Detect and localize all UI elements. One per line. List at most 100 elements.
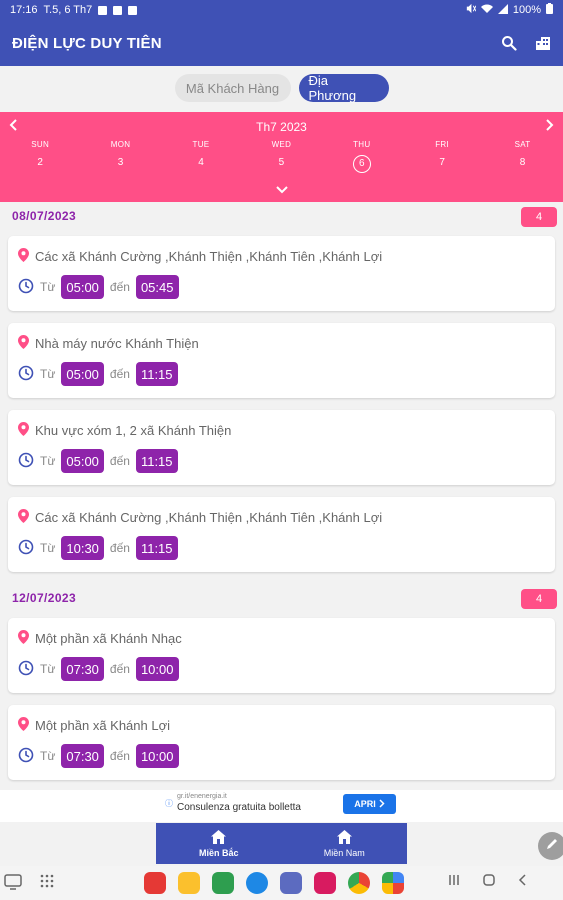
outage-location: Khu vực xóm 1, 2 xã Khánh Thiện xyxy=(35,422,232,438)
group-date: 12/07/2023 xyxy=(12,591,77,605)
mute-icon xyxy=(465,3,477,17)
from-label: Từ xyxy=(40,749,56,763)
to-label: đến xyxy=(109,280,130,294)
end-time: 10:00 xyxy=(135,657,179,681)
edit-fab[interactable] xyxy=(538,832,563,860)
from-label: Từ xyxy=(40,367,56,381)
location-pin-icon xyxy=(18,716,29,734)
day-number: 3 xyxy=(117,157,124,168)
location-pin-icon xyxy=(18,247,29,265)
app-shortcut-icon[interactable] xyxy=(314,872,336,894)
calendar-day[interactable]: SUN 2 xyxy=(0,140,80,173)
recents-icon[interactable] xyxy=(448,873,460,890)
end-time: 11:15 xyxy=(135,362,178,386)
to-label: đến xyxy=(109,541,130,555)
calendar-day[interactable]: FRI 7 xyxy=(402,140,482,173)
status-bar: 17:16 T.5, 6 Th7 100% xyxy=(0,0,563,20)
ad-info-icon[interactable]: ⓘ xyxy=(165,798,173,809)
outage-location: Một phần xã Khánh Nhạc xyxy=(35,630,182,646)
outage-card[interactable]: Các xã Khánh Cường ,Khánh Thiện ,Khánh T… xyxy=(8,236,555,311)
to-label: đến xyxy=(109,749,130,763)
notification-icon xyxy=(98,5,108,15)
outage-card[interactable]: Khu vực xóm 1, 2 xã Khánh Thiện Từ 05:00 đế… xyxy=(8,410,555,485)
calendar-day[interactable]: THU 6 xyxy=(322,140,402,173)
clock-icon xyxy=(18,365,34,384)
end-time: 11:15 xyxy=(135,449,178,473)
chevron-right-icon xyxy=(379,798,385,810)
clock-icon xyxy=(18,539,34,558)
day-number: 4 xyxy=(198,157,204,168)
to-label: đến xyxy=(109,454,130,468)
ad-banner[interactable]: ⓘ gr.it/enenergia.it Consulenza gratuita… xyxy=(0,790,563,822)
location-pin-icon xyxy=(18,421,29,439)
day-name: SUN xyxy=(31,140,50,149)
day-number: 5 xyxy=(278,157,285,168)
search-icon[interactable] xyxy=(501,35,517,51)
app-shortcut-icon[interactable] xyxy=(144,872,166,894)
to-label: đến xyxy=(109,662,130,676)
end-time: 10:00 xyxy=(135,744,179,768)
chrome-icon[interactable] xyxy=(348,872,370,894)
expand-calendar-icon[interactable] xyxy=(275,181,289,199)
start-time: 05:00 xyxy=(61,275,104,299)
app-drawer-icon[interactable] xyxy=(40,874,54,895)
home-icon xyxy=(336,829,352,846)
outage-card[interactable]: Các xã Khánh Cường ,Khánh Thiện ,Khánh T… xyxy=(8,497,555,572)
end-time: 11:15 xyxy=(135,536,178,560)
app-title: ĐIỆN LỰC DUY TIÊN xyxy=(12,34,162,52)
nav-north-label: Miền Bắc xyxy=(198,847,239,858)
outage-card[interactable]: Một phần xã Khánh Nhạc Từ 07:30 đến 10:00 xyxy=(8,618,555,693)
date-group-header: 12/07/2023 4 xyxy=(0,584,563,612)
calendar-day[interactable]: TUE 4 xyxy=(161,140,241,173)
calendar-day[interactable]: WED 5 xyxy=(241,140,321,173)
photos-icon[interactable] xyxy=(382,872,404,894)
from-label: Từ xyxy=(40,541,56,555)
day-name: TUE xyxy=(192,140,210,149)
outage-list[interactable]: 08/07/2023 4 Các xã Khánh Cường ,Khánh Thi… xyxy=(0,202,563,790)
local-area-tab[interactable]: Địa Phương xyxy=(298,73,389,103)
app-bar: ĐIỆN LỰC DUY TIÊN xyxy=(0,20,563,66)
calendar-day[interactable]: MON 3 xyxy=(80,140,160,173)
next-week-icon[interactable] xyxy=(544,118,554,137)
start-time: 05:00 xyxy=(61,449,104,473)
day-name: SAT xyxy=(514,140,531,149)
app-shortcut-icon[interactable] xyxy=(212,872,234,894)
building-icon[interactable] xyxy=(535,35,551,51)
calendar-day[interactable]: SAT 8 xyxy=(482,140,562,173)
battery-icon xyxy=(546,3,553,17)
from-label: Từ xyxy=(40,662,56,676)
outage-location: Một phần xã Khánh Lợi xyxy=(35,717,171,733)
outage-location: Các xã Khánh Cường ,Khánh Thiện ,Khánh T… xyxy=(35,248,383,264)
nav-south[interactable]: Miền Nam xyxy=(282,823,408,864)
date-group-header: 08/07/2023 4 xyxy=(0,202,563,230)
week-calendar: Th7 2023 SUN 2 MON 3 TUE 4 WED 5 THU 6 FRI 7 SAT 8 xyxy=(0,112,563,202)
selected-day-number: 6 xyxy=(352,155,371,173)
wifi-icon xyxy=(480,4,493,17)
ad-open-label: APRI xyxy=(354,799,376,809)
recent-apps-icon[interactable] xyxy=(4,874,22,895)
day-number: 2 xyxy=(37,157,43,168)
outage-card[interactable]: Nhà máy nước Khánh Thiện Từ 05:00 đến 11:15 xyxy=(8,323,555,398)
back-icon[interactable] xyxy=(518,873,528,890)
calendar-month: Th7 2023 xyxy=(256,120,307,134)
app-shortcut-icon[interactable] xyxy=(178,872,200,894)
from-label: Từ xyxy=(40,280,56,294)
search-mode-toggle: Mã Khách Hàng Địa Phương xyxy=(0,73,563,103)
customer-code-tab[interactable]: Mã Khách Hàng xyxy=(174,74,291,102)
outage-location: Các xã Khánh Cường ,Khánh Thiện ,Khánh T… xyxy=(35,509,383,525)
clock-icon xyxy=(18,660,34,679)
home-icon xyxy=(211,829,227,846)
outage-card[interactable]: Một phần xã Khánh Lợi Từ 07:30 đến 10:00 xyxy=(8,705,555,780)
pencil-icon xyxy=(545,837,559,856)
gallery-icon xyxy=(113,5,123,15)
app-shortcut-icon[interactable] xyxy=(280,872,302,894)
status-date: T.5, 6 Th7 xyxy=(43,4,93,16)
ad-text: Consulenza gratuita bolletta xyxy=(177,802,301,813)
from-label: Từ xyxy=(40,454,56,468)
home-button-icon[interactable] xyxy=(482,873,496,890)
week-days: SUN 2 MON 3 TUE 4 WED 5 THU 6 FRI 7 SAT 8 xyxy=(0,140,563,173)
nav-north[interactable]: Miền Bắc xyxy=(156,823,282,864)
ad-open-button[interactable]: APRI xyxy=(343,794,396,814)
clock-icon xyxy=(18,452,34,471)
chat-app-icon[interactable] xyxy=(246,872,268,894)
